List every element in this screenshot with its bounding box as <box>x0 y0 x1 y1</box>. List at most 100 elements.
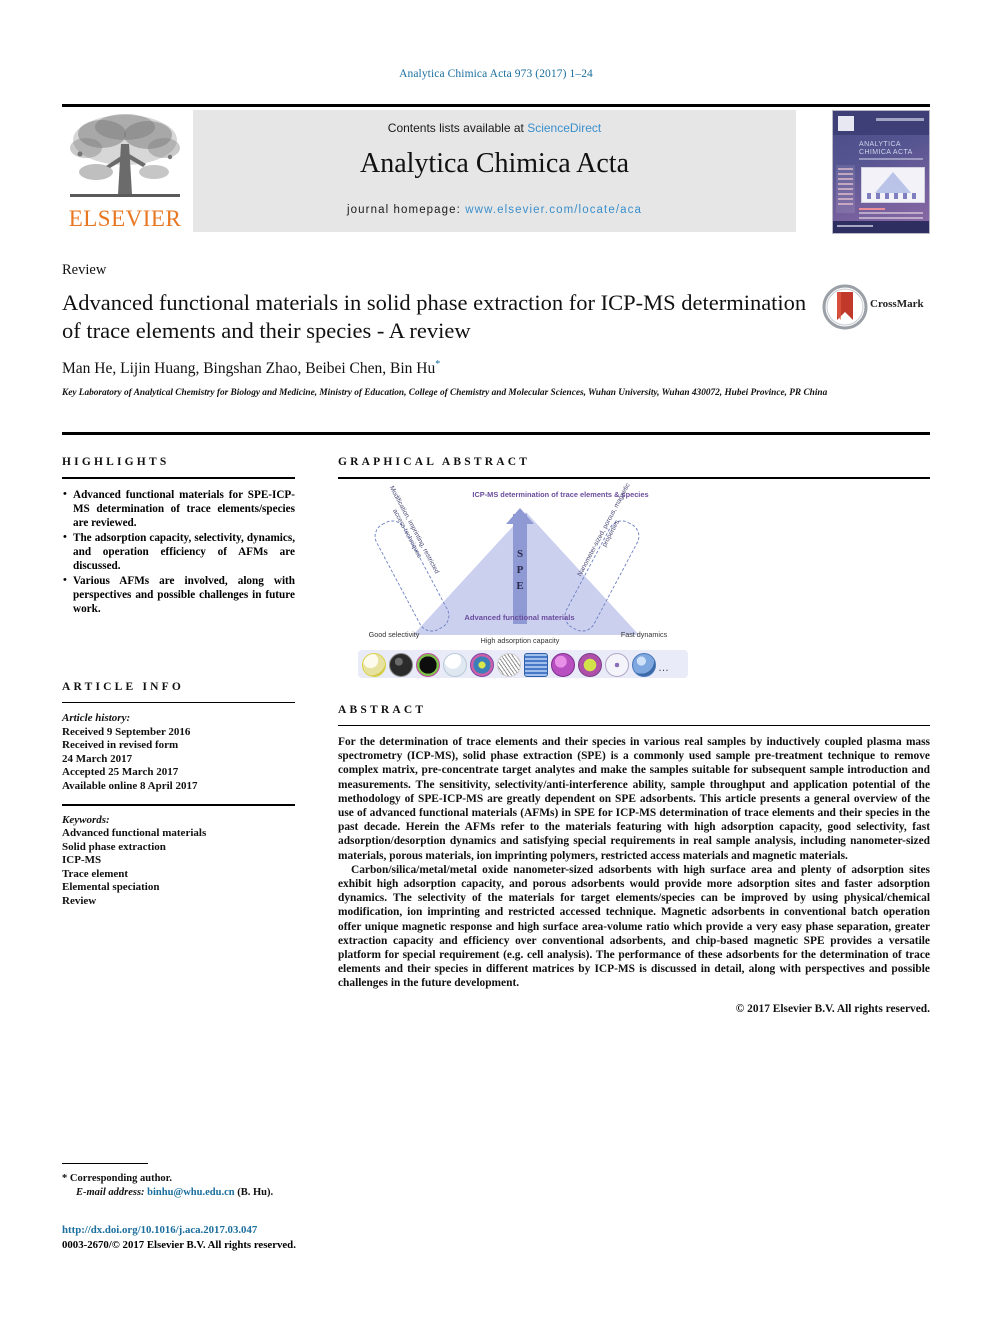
nanoparticle-icon <box>470 652 494 677</box>
abstract-copyright: © 2017 Elsevier B.V. All rights reserved… <box>735 1002 930 1015</box>
crossmark-badge[interactable]: CrossMark <box>822 284 930 330</box>
nanoparticle-icon <box>524 652 548 677</box>
keyword-item: Trace element <box>62 867 129 880</box>
nanoparticle-icon <box>416 652 440 677</box>
nanoparticle-icon <box>389 652 413 677</box>
nanoparticle-icon <box>443 652 467 677</box>
article-info-rule <box>62 701 295 703</box>
article-info-heading: ARTICLE INFO <box>62 680 185 693</box>
list-item: Various AFMs are involved, along with pe… <box>62 573 295 616</box>
cover-side-text <box>836 165 855 213</box>
abstract-paragraph: Carbon/silica/metal/metal oxide nanomete… <box>338 863 930 990</box>
journal-homepage-line: journal homepage: www.elsevier.com/locat… <box>193 204 796 216</box>
article-history: Article history: Received 9 September 20… <box>62 712 295 793</box>
nanoparticle-icon <box>578 652 602 677</box>
journal-banner: Contents lists available at ScienceDirec… <box>193 110 796 232</box>
nanoparticle-icon <box>632 652 656 677</box>
email-label: E-mail address: <box>76 1187 145 1198</box>
list-item: The adsorption capacity, selectivity, dy… <box>62 530 295 573</box>
journal-masthead: ELSEVIER Contents lists available at Sci… <box>62 104 930 234</box>
ga-corner-mid-label: High adsorption capacity <box>480 635 560 645</box>
cover-triangle-icon <box>874 172 912 194</box>
masthead-top-rule <box>62 104 930 107</box>
author-list: Man He, Lijin Huang, Bingshan Zhao, Beib… <box>62 359 930 378</box>
email-note: E-mail address: binhu@whu.edu.cn (B. Hu)… <box>62 1186 562 1200</box>
article-first-page: Analytica Chimica Acta 973 (2017) 1–24 E… <box>0 0 992 1323</box>
nanoparticle-icon <box>362 652 386 677</box>
author-names: Man He, Lijin Huang, Bingshan Zhao, Beib… <box>62 360 436 378</box>
journal-cover-thumbnail[interactable]: ANALYTICA CHIMICA ACTA <box>832 110 930 234</box>
corresponding-author-text: Corresponding author. <box>69 1173 172 1184</box>
history-item: Received in revised form <box>62 739 179 751</box>
abstract-body: For the determination of trace elements … <box>338 735 930 1016</box>
cover-figure <box>861 167 925 203</box>
keyword-item: Elemental speciation <box>62 881 160 893</box>
keyword-item: Solid phase extraction <box>62 840 166 853</box>
left-column: HIGHLIGHTS Advanced functional materials… <box>62 456 295 908</box>
history-item: Accepted 25 March 2017 <box>62 766 179 778</box>
graphical-abstract-canvas: ICP-MS determination of trace elements &… <box>358 482 778 678</box>
keywords-block: Keywords: Advanced functional materials … <box>62 814 295 909</box>
doi-link[interactable]: http://dx.doi.org/10.1016/j.aca.2017.03.… <box>62 1223 562 1238</box>
sciencedirect-link[interactable]: ScienceDirect <box>527 121 601 135</box>
history-item: Received 9 September 2016 <box>62 725 191 738</box>
list-item: Advanced functional materials for SPE-IC… <box>62 487 295 530</box>
cover-issn-line <box>876 118 924 121</box>
email-link[interactable]: binhu@whu.edu.cn <box>147 1187 234 1198</box>
article-history-label: Article history: <box>62 712 131 724</box>
footnote-rule <box>62 1163 148 1165</box>
title-block: Review Advanced functional materials in … <box>62 262 930 400</box>
abstract-heading: ABSTRACT <box>338 703 427 716</box>
contents-prefix: Contents lists available at <box>387 121 528 135</box>
ga-corner-left-label: Good selectivity <box>368 629 420 639</box>
corresponding-author-marker[interactable]: * <box>435 359 440 370</box>
elsevier-tree-icon <box>70 114 180 197</box>
graphical-abstract-figure: ICP-MS determination of trace elements &… <box>338 482 930 678</box>
history-item: 24 March 2017 <box>62 752 133 765</box>
highlights-list: Advanced functional materials for SPE-IC… <box>62 487 295 616</box>
crossmark-label: CrossMark <box>870 298 924 310</box>
right-column: GRAPHICAL ABSTRACT ICP-MS determination … <box>338 456 930 1016</box>
highlights-rule <box>62 477 295 479</box>
keywords-rule <box>62 804 295 806</box>
cover-footer-band <box>833 221 929 233</box>
abstract-paragraph: For the determination of trace elements … <box>338 736 930 862</box>
corresponding-author-note: * Corresponding author. <box>62 1172 562 1186</box>
abstract-rule <box>338 724 930 726</box>
issn-copyright-line: 0003-2670/© 2017 Elsevier B.V. All right… <box>62 1239 296 1251</box>
email-owner: (B. Hu). <box>237 1187 274 1198</box>
ga-spe-label: SPE <box>516 547 524 592</box>
cover-subtitle-rule <box>859 158 923 160</box>
nanoparticle-icon <box>605 652 629 677</box>
journal-title: Analytica Chimica Acta <box>359 148 630 179</box>
footnote-block: * Corresponding author. E-mail address: … <box>62 1172 562 1200</box>
page-title: Advanced functional materials in solid p… <box>62 290 807 343</box>
keyword-item: Review <box>62 894 97 907</box>
ga-ellipsis: … <box>658 661 670 674</box>
cover-publisher-mark <box>838 116 854 131</box>
ga-corner-right-label: Fast dynamics <box>620 629 668 639</box>
elsevier-logo: ELSEVIER <box>62 110 188 232</box>
ga-nanoparticle-strip: … <box>358 649 688 678</box>
running-head: Analytica Chimica Acta 973 (2017) 1–24 <box>399 68 593 80</box>
affiliation: Key Laboratory of Analytical Chemistry f… <box>62 388 828 399</box>
crossmark-icon <box>822 284 868 330</box>
homepage-link[interactable]: www.elsevier.com/locate/aca <box>465 204 642 216</box>
ga-center-label: Advanced functional materials <box>464 612 575 622</box>
highlights-heading: HIGHLIGHTS <box>62 456 170 468</box>
doi-block: http://dx.doi.org/10.1016/j.aca.2017.03.… <box>62 1223 562 1253</box>
elsevier-wordmark: ELSEVIER <box>68 206 182 231</box>
nanoparticle-icon <box>551 652 575 677</box>
contents-line: Contents lists available at ScienceDirec… <box>193 121 796 135</box>
keyword-item: Advanced functional materials <box>62 827 207 839</box>
article-type: Review <box>62 262 107 278</box>
section-divider-rule <box>62 432 930 435</box>
graphical-abstract-heading: GRAPHICAL ABSTRACT <box>338 456 531 468</box>
homepage-prefix: journal homepage: <box>347 204 466 216</box>
nanoparticle-icon <box>497 652 521 677</box>
footnote-marker: * <box>62 1173 68 1184</box>
history-item: Available online 8 April 2017 <box>62 779 198 792</box>
keywords-label: Keywords: <box>62 813 110 826</box>
cover-journal-name: ANALYTICA CHIMICA ACTA <box>859 141 913 156</box>
cover-figure-dots <box>867 193 919 199</box>
